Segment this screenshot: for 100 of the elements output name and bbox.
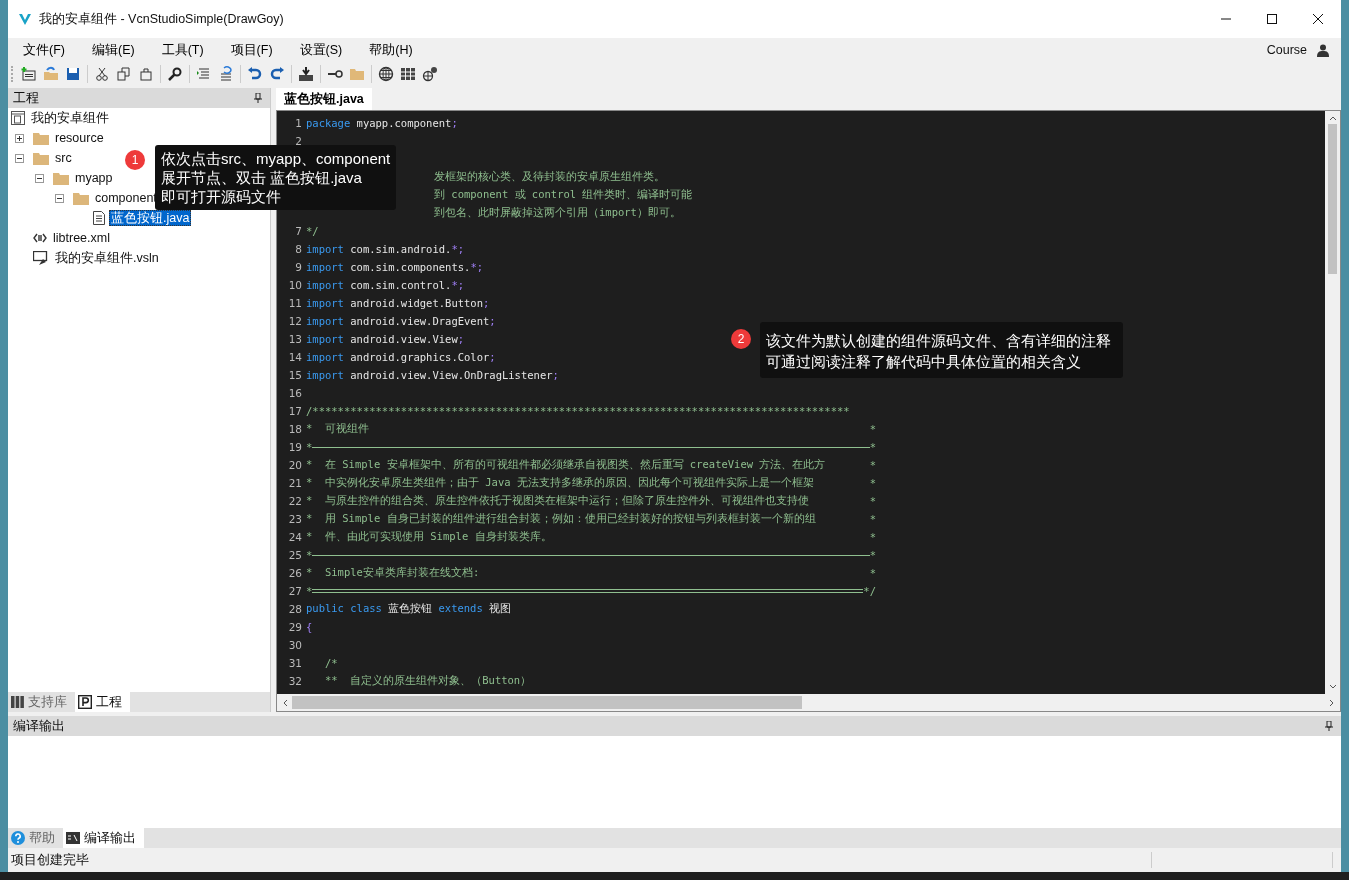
window-title: 我的安卓组件 - VcnStudioSimple(DrawGoy) <box>39 10 284 28</box>
line-number: 9 <box>294 261 302 273</box>
line-number: 20 <box>287 459 302 471</box>
tree-item[interactable]: resource <box>53 130 106 146</box>
folder-icon <box>73 191 89 205</box>
new-file-icon[interactable] <box>21 66 37 82</box>
code-line: 发框架的核心类、及待封装的安卓原生组件类。 <box>434 170 665 184</box>
panel-title: 工程 <box>13 89 39 107</box>
code-line: * 件、由此可实现使用 Simple 自身封装类库。 * <box>306 530 876 544</box>
network-icon[interactable] <box>422 66 438 82</box>
folder-icon <box>53 171 69 185</box>
tree-item[interactable]: 我的安卓组件 <box>29 110 111 126</box>
panel-tab[interactable]: 帮助 <box>8 828 63 848</box>
books-icon[interactable] <box>400 66 416 82</box>
tree-item[interactable]: myapp <box>73 170 115 186</box>
pin-icon[interactable] <box>1325 721 1333 731</box>
menu-item[interactable]: 设置(S) <box>292 39 350 61</box>
expander-icon[interactable] <box>55 193 64 203</box>
callout-text: 依次点击src、myapp、component <box>161 149 391 168</box>
user-name: Course <box>1266 43 1307 57</box>
code-line: import android.graphics.Color; <box>306 351 496 363</box>
callout-text: 可通过阅读注释了解代码中具体位置的相关含义 <box>766 352 1082 372</box>
code-line: * 可视组件 * <box>306 422 876 436</box>
console-icon <box>66 832 80 844</box>
folder-icon <box>33 131 49 145</box>
line-number: 16 <box>287 387 302 399</box>
line-number: 17 <box>287 405 302 417</box>
document-icon <box>93 211 105 225</box>
undo-icon[interactable] <box>247 66 263 82</box>
panel-tab[interactable]: 编译输出 <box>63 828 144 848</box>
globe-icon[interactable] <box>378 66 394 82</box>
line-number: 18 <box>287 423 302 435</box>
line-number: 1 <box>294 117 302 129</box>
code-line: { <box>306 621 313 633</box>
code-line: * * <box>306 549 876 561</box>
code-line: * 在 Simple 安卓框架中、所有的可视组件都必须继承自视图类、然后重写 createView 方法、在此方 * <box>306 458 876 472</box>
code-line: public class 蓝色按钮 extends 视图 <box>306 602 512 616</box>
cut-icon[interactable] <box>94 66 110 82</box>
line-number: 15 <box>287 369 302 381</box>
paste-icon[interactable] <box>138 66 154 82</box>
pin-icon[interactable] <box>254 93 262 103</box>
line-number: 12 <box>287 315 302 327</box>
line-number: 10 <box>287 279 302 291</box>
line-number: 2 <box>294 135 302 147</box>
code-line: * * <box>306 441 876 453</box>
books-icon <box>11 696 24 708</box>
callout-text: 该文件为默认创建的组件源码文件、含有详细的注释 <box>766 331 1111 351</box>
code-line: import com.sim.components.*; <box>306 261 484 273</box>
horizontal-scrollbar[interactable] <box>276 694 1341 712</box>
search-icon[interactable] <box>167 66 183 82</box>
menu-item[interactable]: 工具(T) <box>154 39 211 61</box>
line-number: 30 <box>287 639 302 651</box>
line-number: 21 <box>287 477 302 489</box>
code-line: /************************************************************************************* <box>306 405 850 417</box>
copy-icon[interactable] <box>116 66 132 82</box>
line-number: 8 <box>294 243 302 255</box>
expander-icon[interactable] <box>15 153 24 163</box>
open-folder-icon[interactable] <box>43 66 59 82</box>
line-number: 14 <box>287 351 302 363</box>
code-line: /* <box>323 657 338 669</box>
code-line: package myapp.component; <box>306 117 458 129</box>
line-number: 31 <box>287 657 302 669</box>
code-line: import com.sim.control.*; <box>306 279 465 291</box>
help-icon <box>11 831 25 845</box>
menu-item[interactable]: 文件(F) <box>16 39 72 61</box>
tree-item[interactable]: libtree.xml <box>51 230 112 246</box>
menu-item[interactable]: 编辑(E) <box>84 39 142 61</box>
tree-item[interactable]: component <box>93 190 159 206</box>
line-number: 29 <box>287 621 302 633</box>
scroll-thumb[interactable] <box>292 696 802 709</box>
menu-item[interactable]: 帮助(H) <box>362 39 420 61</box>
expander-icon[interactable] <box>35 173 44 183</box>
panel-title: 编译输出 <box>13 717 65 735</box>
outdent-icon[interactable] <box>218 66 234 82</box>
panel-tab[interactable]: 支持库 <box>8 692 75 712</box>
code-line: * 中实例化安卓原生类组件；由于 Java 无法支持多继承的原因、因此每个可视组件实际上是一个框架 * <box>306 476 876 490</box>
editor-tab[interactable]: 蓝色按钮.java <box>276 88 372 110</box>
panel-tab[interactable]: 工程 <box>75 692 130 712</box>
redo-icon[interactable] <box>269 66 285 82</box>
callout-text: 即可打开源码文件 <box>161 187 282 206</box>
folder-icon <box>33 151 49 165</box>
tree-item[interactable]: src <box>53 150 74 166</box>
save-icon[interactable] <box>65 66 81 82</box>
code-line: import android.view.View.OnDragListener; <box>306 369 559 381</box>
list-icon[interactable] <box>196 66 212 82</box>
download-icon[interactable] <box>298 66 314 82</box>
code-line: import android.view.View; <box>306 333 465 345</box>
tree-item[interactable]: 我的安卓组件.vsln <box>53 250 161 266</box>
menu-item[interactable]: 项目(F) <box>223 39 280 61</box>
tree-item[interactable]: 蓝色按钮.java <box>109 210 192 226</box>
status-text: 项目创建完毕 <box>11 851 89 869</box>
expander-icon[interactable] <box>15 133 24 143</box>
code-line: */ <box>306 225 319 237</box>
code-line: import android.widget.Button; <box>306 297 490 309</box>
vertical-scrollbar[interactable] <box>1325 111 1340 694</box>
line-number: 27 <box>287 585 302 597</box>
code-line: 到 component 或 control 组件类时、编译时可能 <box>434 188 693 202</box>
scroll-thumb[interactable] <box>1328 124 1337 274</box>
user-icon[interactable] <box>1317 43 1329 57</box>
line-number: 28 <box>287 603 302 615</box>
